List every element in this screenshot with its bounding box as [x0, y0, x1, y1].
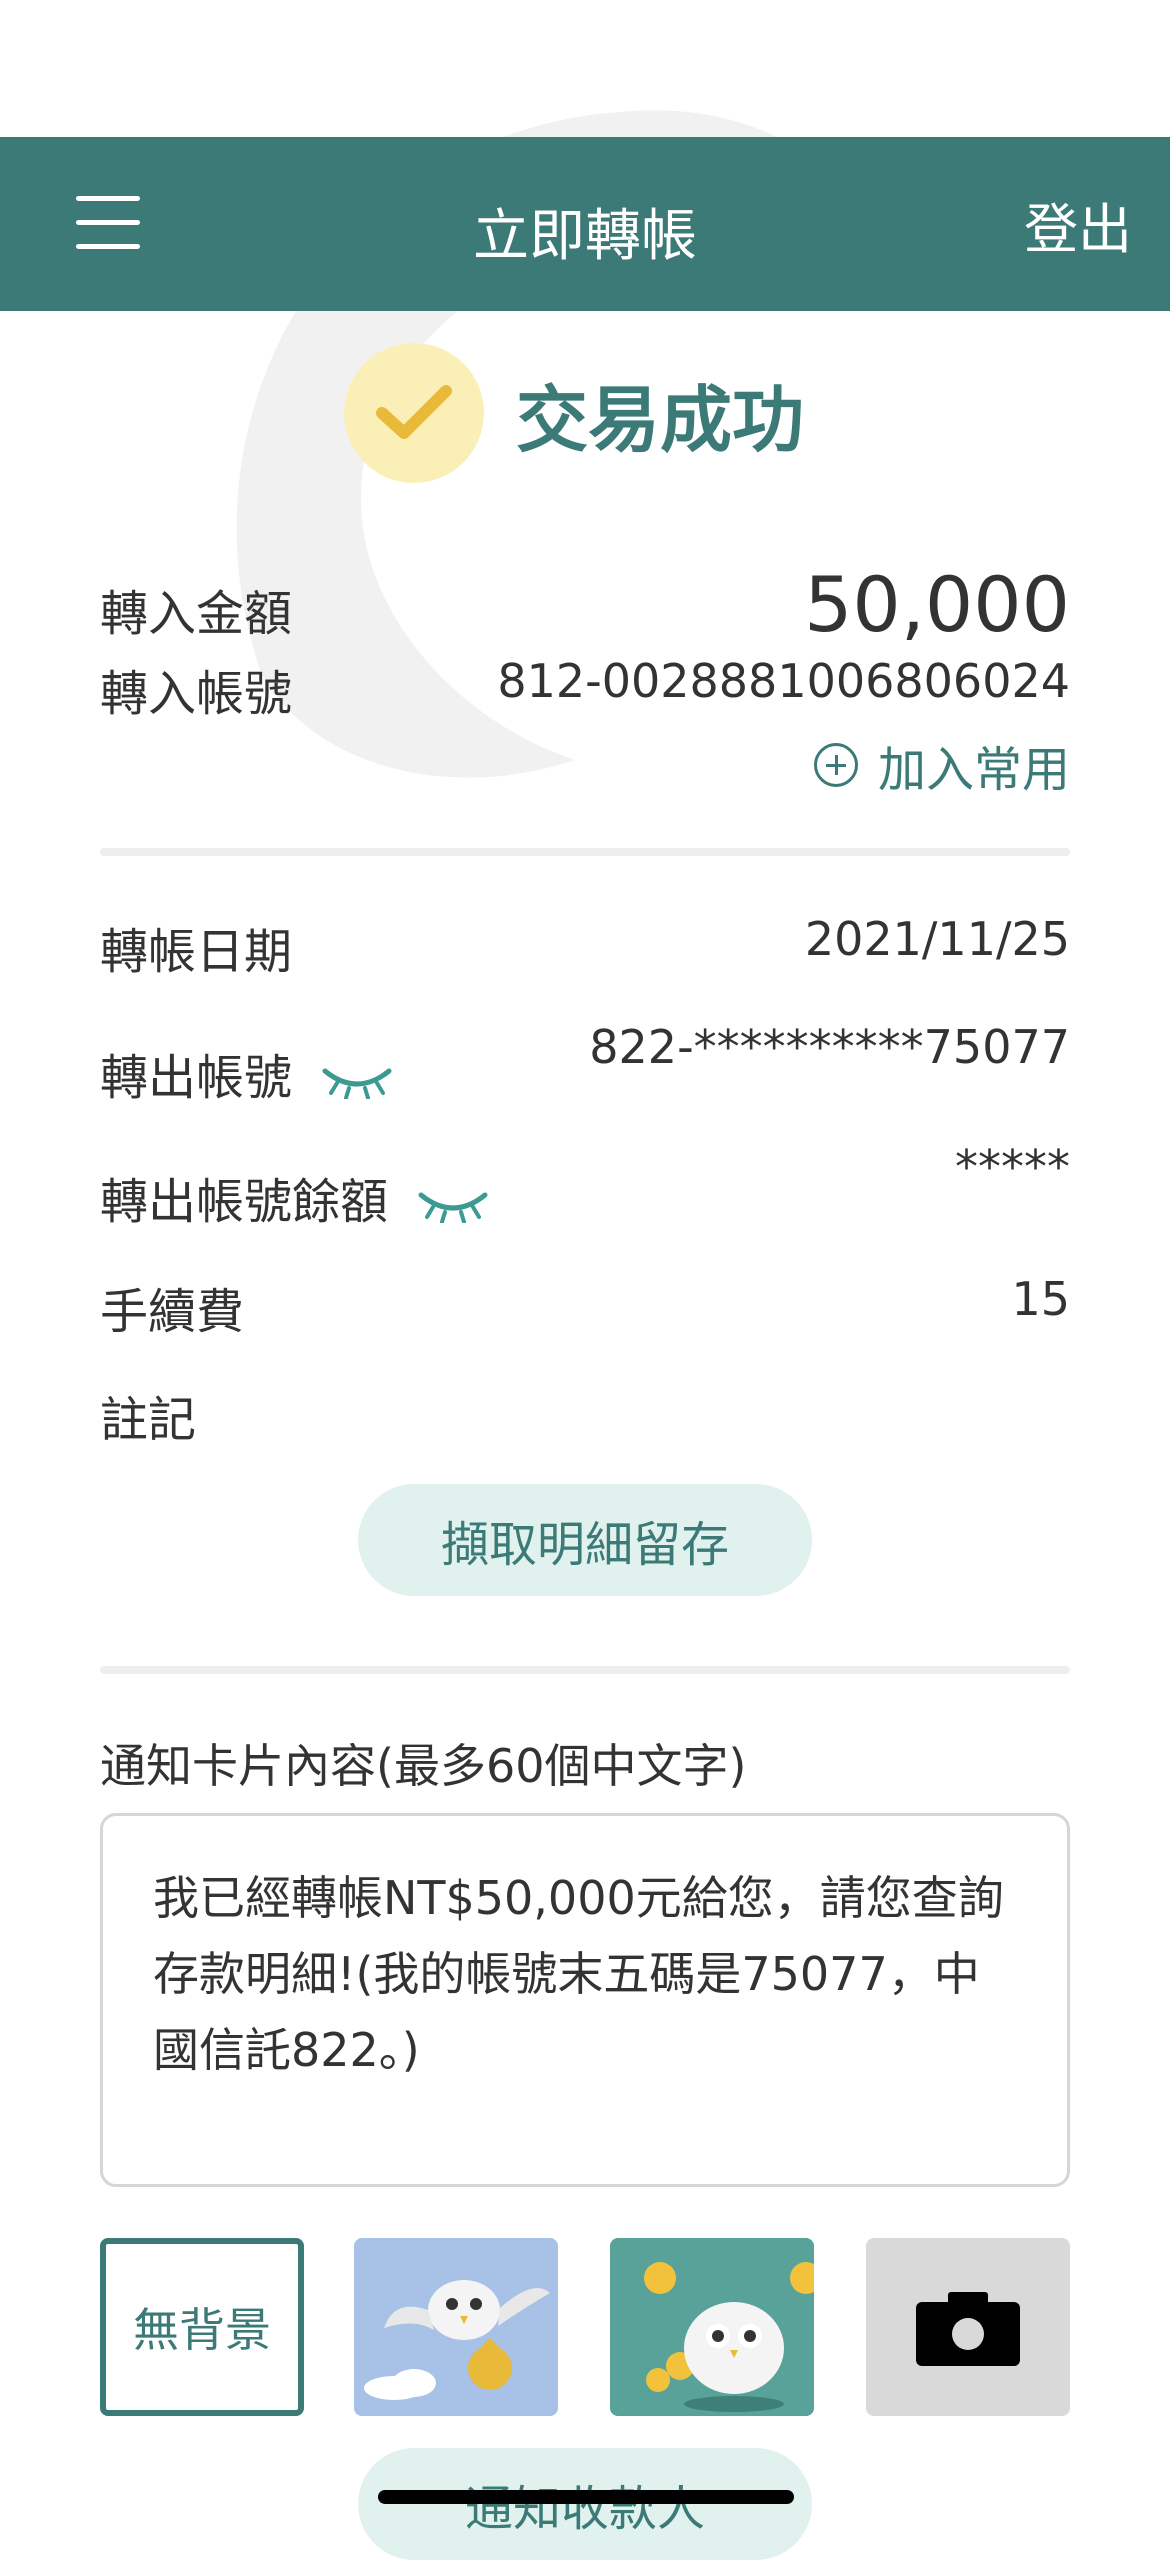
camera-icon [916, 2292, 1020, 2366]
notify-recipient-button[interactable]: 通知收款人 [358, 2448, 812, 2560]
capture-details-button[interactable]: 擷取明細留存 [358, 1484, 812, 1596]
out-account-value: 822-**********75077 [589, 1020, 1070, 1074]
in-account-value: 812-0028881006806024 [497, 654, 1070, 708]
in-account-row: 轉入帳號 812-0028881006806024 [100, 650, 1070, 722]
success-text: 交易成功 [516, 377, 805, 462]
fee-label: 手續費 [100, 1284, 245, 1340]
out-account-label: 轉出帳號 [100, 1050, 293, 1106]
amount-row: 轉入金額 50,000 [100, 560, 1070, 649]
note-label: 註記 [100, 1392, 197, 1448]
check-icon [344, 343, 484, 483]
balance-label: 轉出帳號餘額 [100, 1174, 389, 1230]
logout-button[interactable]: 登出 [1024, 185, 1132, 264]
eye-closed-icon[interactable] [417, 1187, 489, 1223]
owl-coins-background-option[interactable] [610, 2238, 814, 2416]
camera-background-option[interactable] [866, 2238, 1070, 2416]
no-background-option[interactable]: 無背景 [100, 2238, 304, 2416]
out-account-row: 轉出帳號 822-**********75077 [100, 1020, 1070, 1106]
divider [100, 1666, 1070, 1674]
date-label: 轉帳日期 [100, 924, 293, 980]
fee-row: 手續費 15 [100, 1272, 1070, 1342]
owl-flying-icon [364, 2280, 550, 2400]
owl-coins-icon [644, 2262, 814, 2412]
balance-value: ***** [955, 1140, 1070, 1194]
amount-value: 50,000 [804, 560, 1070, 649]
notice-card-title: 通知卡片內容(最多60個中文字) [100, 1739, 747, 1793]
date-row: 轉帳日期 2021/11/25 [100, 912, 1070, 982]
divider [100, 848, 1070, 856]
plus-circle-icon [813, 743, 858, 787]
header-bar: 立即轉帳 登出 [0, 137, 1170, 311]
add-favorite-label: 加入常用 [877, 742, 1070, 798]
background-options: 無背景 [100, 2238, 1070, 2416]
home-indicator [378, 2490, 794, 2504]
date-value: 2021/11/25 [804, 912, 1070, 966]
page-title: 立即轉帳 [473, 204, 697, 269]
amount-label: 轉入金額 [100, 586, 293, 642]
success-banner: 交易成功 [344, 343, 804, 483]
add-favorite-button[interactable]: 加入常用 [813, 730, 1070, 800]
fee-value: 15 [1011, 1272, 1070, 1326]
in-account-label: 轉入帳號 [100, 666, 293, 722]
balance-row: 轉出帳號餘額 ***** [100, 1140, 1070, 1230]
notice-message-input[interactable]: 我已經轉帳NT$50,000元給您，請您查詢存款明細!(我的帳號末五碼是7507… [100, 1813, 1070, 2187]
eye-closed-icon[interactable] [321, 1063, 393, 1099]
note-row: 註記 [100, 1380, 1070, 1450]
owl-flying-background-option[interactable] [354, 2238, 558, 2416]
